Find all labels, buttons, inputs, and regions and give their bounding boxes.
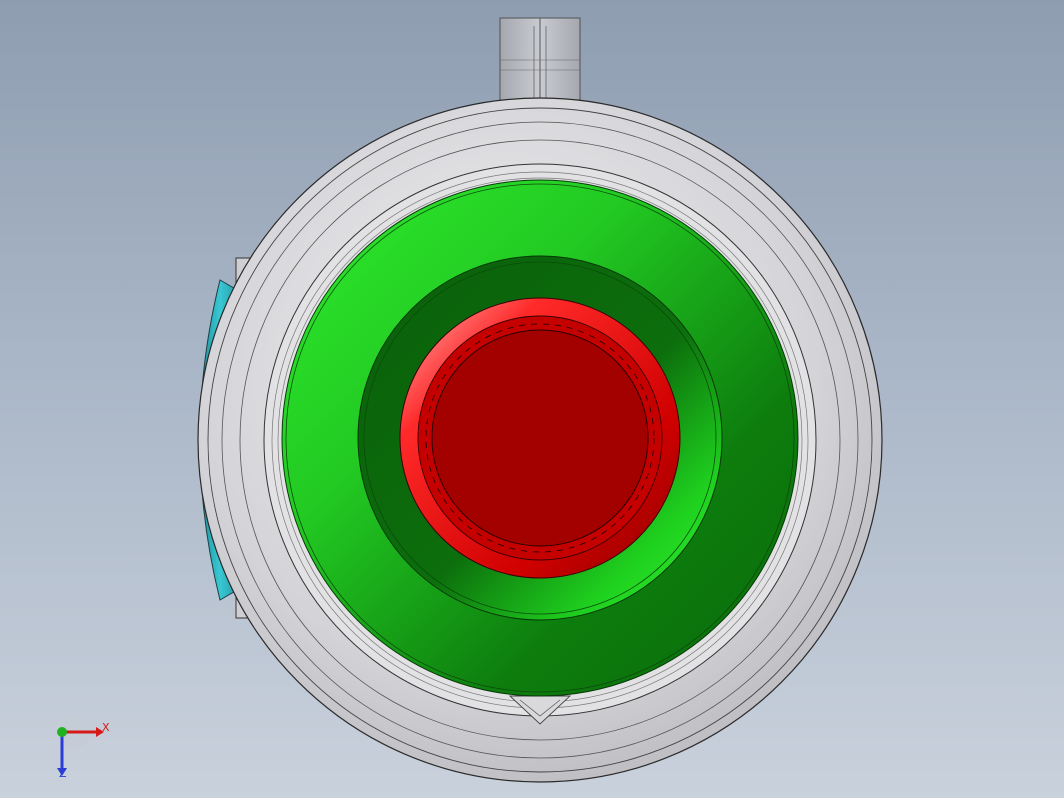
coordinate-triad[interactable]: X Z [44, 712, 124, 792]
center-cap[interactable] [399, 297, 681, 579]
cad-model-view[interactable] [0, 0, 1064, 798]
graphics-viewport[interactable]: X Z [0, 0, 1064, 798]
triad-x-label: X [102, 721, 110, 734]
triad-z-label: Z [59, 767, 67, 780]
triad-graphic [57, 716, 104, 776]
